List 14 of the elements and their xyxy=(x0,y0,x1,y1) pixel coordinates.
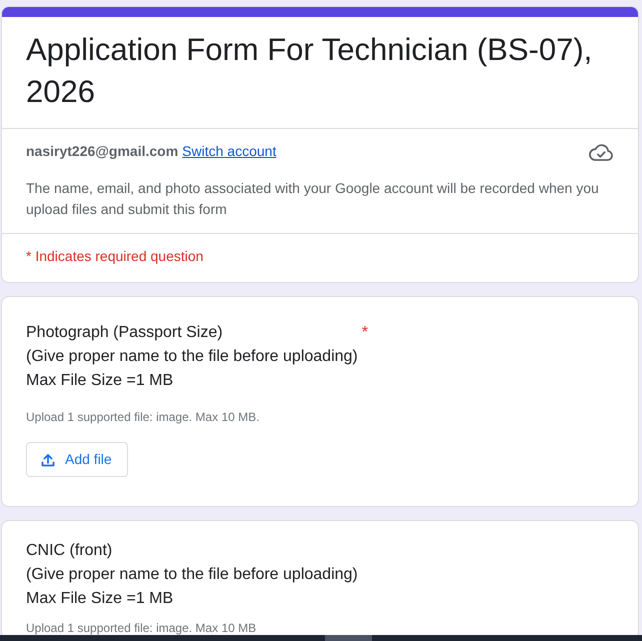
form-title: Application Form For Technician (BS-07), 2026 xyxy=(26,31,594,111)
account-email: nasiryt226@gmail.com xyxy=(26,142,178,161)
switch-account-link[interactable]: Switch account xyxy=(182,141,276,161)
required-note: * Indicates required question xyxy=(26,247,204,266)
question-title: Photograph (Passport Size) (Give proper name to the file before uploading) Max File Size =1 MB xyxy=(26,323,358,391)
upload-icon xyxy=(41,452,55,466)
upload-hint: Upload 1 supported file: image. Max 10 MB xyxy=(26,620,258,635)
cloud-check-icon xyxy=(589,143,613,161)
taskbar-button[interactable] xyxy=(325,635,372,641)
add-file-button[interactable]: Add file xyxy=(26,442,128,477)
upload-hint: Upload 1 supported file: image. Max 10 MB. xyxy=(26,409,260,425)
question-title: CNIC (front) (Give proper name to the file before uploading) Max File Size =1 MB xyxy=(26,541,358,609)
privacy-notice: The name, email, and photo associated with your Google account will be recorded when you upload files and submit this form xyxy=(26,179,600,219)
required-asterisk: * xyxy=(362,323,368,343)
